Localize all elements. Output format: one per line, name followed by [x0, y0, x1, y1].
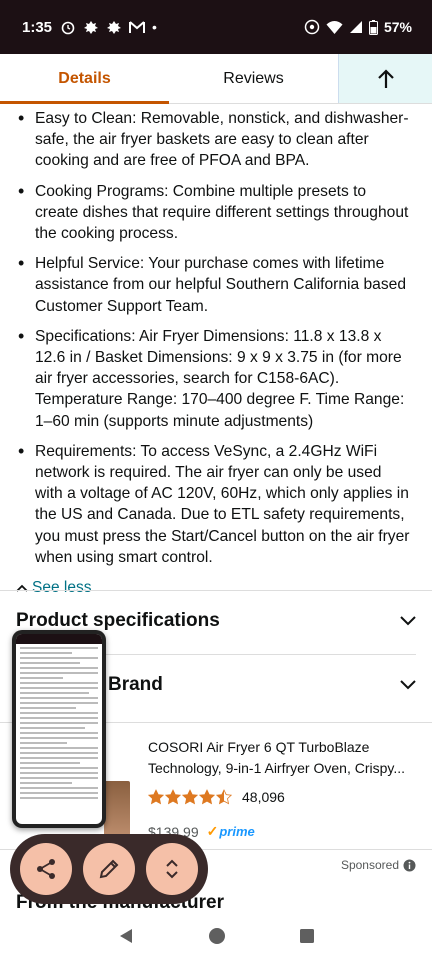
list-item: Easy to Clean: Removable, nonstick, and … — [16, 108, 412, 172]
more-dot-icon: • — [152, 19, 157, 35]
product-specifications-heading: Product specifications — [16, 610, 220, 631]
star-rating-icon — [148, 789, 233, 805]
status-left-icons: • — [60, 19, 157, 35]
feature-bullets: Easy to Clean: Removable, nonstick, and … — [0, 104, 432, 568]
home-icon[interactable] — [208, 927, 226, 945]
prime-label: prime — [219, 824, 255, 839]
tab-reviews[interactable]: Reviews — [169, 54, 338, 103]
brand-heading: Brand — [108, 674, 163, 695]
info-icon — [403, 859, 416, 871]
status-time: 1:35 — [22, 18, 53, 36]
screenshot-action-bar — [10, 834, 208, 904]
tab-details[interactable]: Details — [0, 54, 169, 104]
expand-capture-button[interactable] — [146, 843, 199, 895]
signal-icon — [349, 21, 362, 33]
status-right-icons: 57% — [304, 19, 412, 35]
share-button[interactable] — [19, 843, 72, 895]
tab-bar: Details Reviews — [0, 54, 432, 104]
details-content: Easy to Clean: Removable, nonstick, and … — [0, 104, 432, 599]
status-bar: 1:35 • 57% — [0, 0, 432, 54]
notification-icon — [107, 21, 122, 34]
alarm-icon — [61, 21, 75, 35]
wifi-icon — [326, 20, 343, 34]
battery-icon — [368, 19, 378, 35]
arrow-up-icon — [377, 68, 394, 88]
chevron-down-icon — [400, 680, 416, 690]
sponsored-text: Sponsored — [340, 858, 399, 872]
back-icon[interactable] — [117, 927, 135, 945]
hotspot-icon — [304, 19, 320, 35]
screenshot-preview-thumbnail[interactable] — [12, 630, 106, 828]
system-navigation-bar — [0, 912, 432, 960]
prime-check-icon: ✓ — [206, 823, 219, 839]
sponsored-label[interactable]: Sponsored — [341, 858, 416, 872]
product-image[interactable] — [104, 781, 130, 841]
review-count: 48,096 — [242, 789, 285, 805]
scroll-to-top-button[interactable] — [338, 54, 432, 103]
recents-icon[interactable] — [299, 928, 315, 944]
product-rating[interactable]: 48,096 — [148, 789, 285, 805]
list-item: Cooking Programs: Combine multiple prese… — [16, 181, 412, 245]
list-item: Requirements: To access VeSync, a 2.4GHz… — [16, 441, 412, 568]
screenshot-preview-screen — [16, 634, 102, 824]
prime-badge: ✓ prime — [207, 823, 255, 840]
list-item: Helpful Service: Your purchase comes wit… — [16, 253, 412, 317]
gmail-icon — [129, 21, 146, 33]
preview-content-lines — [16, 647, 102, 799]
battery-percent: 57% — [383, 19, 412, 35]
product-title[interactable]: COSORI Air Fryer 6 QT TurboBlaze Technol… — [148, 737, 418, 779]
edit-icon — [99, 859, 119, 879]
preview-status-bar — [16, 634, 102, 644]
list-item: Specifications: Air Fryer Dimensions: 11… — [16, 326, 412, 432]
share-icon — [36, 859, 55, 879]
expand-icon — [166, 859, 179, 879]
chevron-down-icon — [400, 616, 416, 626]
notification-icon — [84, 21, 99, 34]
edit-button[interactable] — [82, 843, 135, 895]
